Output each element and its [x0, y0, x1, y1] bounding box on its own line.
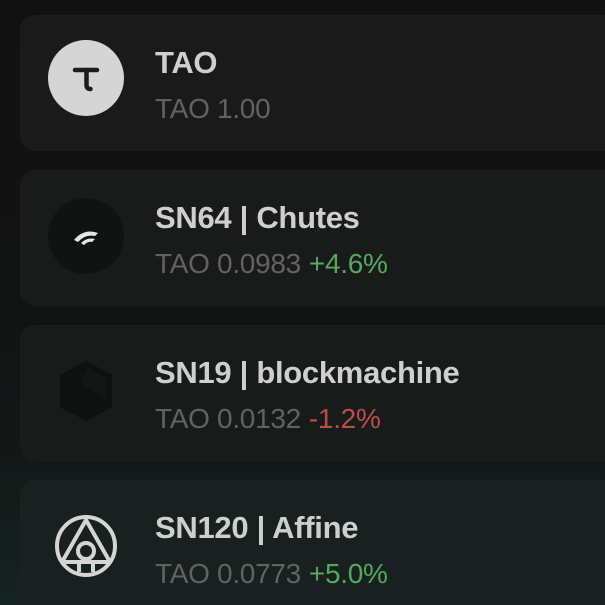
asset-list: TAO TAO 1.00 SN64 | Chutes TAO 0.0983 +4.…	[0, 0, 605, 605]
price-label: TAO 0.0983	[155, 248, 301, 279]
price-change-positive: +5.0%	[308, 558, 388, 589]
asset-price: TAO 1.00	[155, 93, 271, 125]
asset-price: TAO 0.0132 -1.2%	[155, 403, 381, 435]
price-label: TAO 0.0773	[155, 558, 301, 589]
tao-logo-icon	[48, 40, 124, 116]
price-label: TAO 0.0132	[155, 403, 301, 434]
price-change-positive: +4.6%	[308, 248, 388, 279]
asset-name: SN19 | blockmachine	[155, 355, 460, 390]
asset-name: TAO	[155, 45, 218, 80]
affine-logo-icon	[48, 508, 124, 584]
asset-row-sn64[interactable]: SN64 | Chutes TAO 0.0983 +4.6%	[20, 170, 605, 306]
asset-row-tao[interactable]: TAO TAO 1.00	[20, 15, 605, 151]
blockmachine-logo-icon	[48, 353, 124, 429]
price-label: TAO 1.00	[155, 93, 271, 124]
asset-row-sn19[interactable]: SN19 | blockmachine TAO 0.0132 -1.2%	[20, 325, 605, 461]
price-change-negative: -1.2%	[308, 403, 381, 434]
asset-row-sn120[interactable]: SN120 | Affine TAO 0.0773 +5.0%	[20, 480, 605, 605]
asset-name: SN120 | Affine	[155, 510, 359, 545]
asset-name: SN64 | Chutes	[155, 200, 360, 235]
asset-price: TAO 0.0773 +5.0%	[155, 558, 388, 590]
chutes-logo-icon	[48, 198, 124, 274]
asset-price: TAO 0.0983 +4.6%	[155, 248, 388, 280]
